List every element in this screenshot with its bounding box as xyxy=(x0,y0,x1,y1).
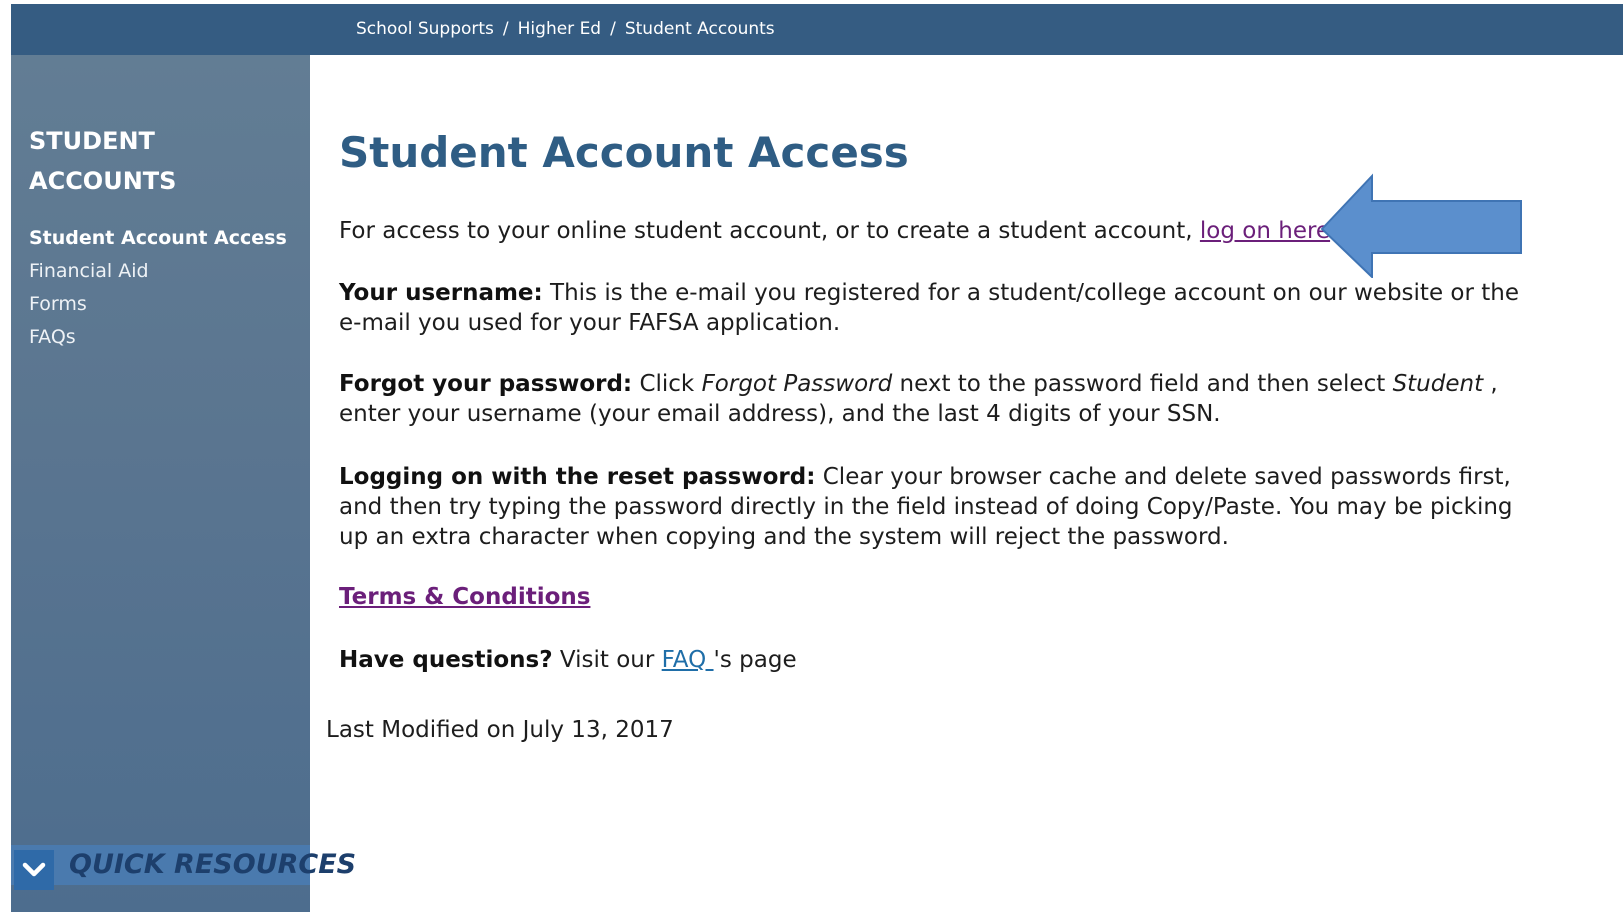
username-label: Your username: xyxy=(339,280,543,306)
forgot-password-paragraph: Forgot your password: Click Forgot Passw… xyxy=(339,369,1529,429)
sidebar-title: STUDENT ACCOUNTS xyxy=(29,121,299,201)
sidebar-item-faqs[interactable]: FAQs xyxy=(29,321,287,354)
questions-paragraph: Have questions? Visit our FAQ 's page xyxy=(339,645,1529,675)
forgot-text-2: next to the password field and then sele… xyxy=(892,371,1393,397)
log-on-here-link[interactable]: log on here xyxy=(1200,218,1330,244)
faq-link[interactable]: FAQ xyxy=(662,647,714,673)
sidebar-item-financial-aid[interactable]: Financial Aid xyxy=(29,255,287,288)
reset-password-label: Logging on with the reset password: xyxy=(339,464,816,490)
page-title: Student Account Access xyxy=(339,128,909,177)
sidebar-item-forms[interactable]: Forms xyxy=(29,288,287,321)
top-bar: School Supports / Higher Ed / Student Accoun… xyxy=(11,4,1623,55)
username-paragraph: Your username: This is the e-mail you re… xyxy=(339,278,1529,338)
left-arrow-icon xyxy=(1320,173,1522,278)
chevron-down-icon xyxy=(14,850,54,890)
last-modified: Last Modified on July 13, 2017 xyxy=(326,717,674,743)
sidebar-item-student-account-access[interactable]: Student Account Access xyxy=(29,222,287,255)
terms-conditions-link[interactable]: Terms & Conditions xyxy=(339,584,590,610)
quick-resources-label: QUICK RESOURCES xyxy=(69,849,357,880)
sidebar-title-line1: STUDENT xyxy=(29,127,155,155)
sidebar: STUDENT ACCOUNTS Student Account Access … xyxy=(11,55,356,912)
breadcrumb-school-supports[interactable]: School Supports xyxy=(356,19,494,39)
reset-password-paragraph: Logging on with the reset password: Clea… xyxy=(339,462,1529,552)
questions-suffix: 's page xyxy=(713,647,797,673)
questions-text: Visit our xyxy=(552,647,662,673)
sidebar-nav: Student Account Access Financial Aid For… xyxy=(29,222,287,354)
breadcrumb-student-accounts[interactable]: Student Accounts xyxy=(625,19,775,39)
breadcrumb-separator: / xyxy=(610,19,616,39)
breadcrumb-separator: / xyxy=(502,19,509,39)
sidebar-title-line2: ACCOUNTS xyxy=(29,167,177,195)
questions-label: Have questions? xyxy=(339,647,553,673)
student-emphasis: Student xyxy=(1392,371,1484,397)
intro-text: For access to your online student accoun… xyxy=(339,218,1200,244)
quick-resources-toggle[interactable]: QUICK RESOURCES xyxy=(11,845,356,890)
forgot-password-label: Forgot your password: xyxy=(339,371,633,397)
forgot-text-1: Click xyxy=(632,371,702,397)
forgot-password-emphasis: Forgot Password xyxy=(701,371,893,397)
breadcrumb-higher-ed[interactable]: Higher Ed xyxy=(518,19,601,39)
breadcrumb: School Supports / Higher Ed / Student Accoun… xyxy=(356,19,775,39)
terms-paragraph: Terms & Conditions xyxy=(339,582,1529,612)
